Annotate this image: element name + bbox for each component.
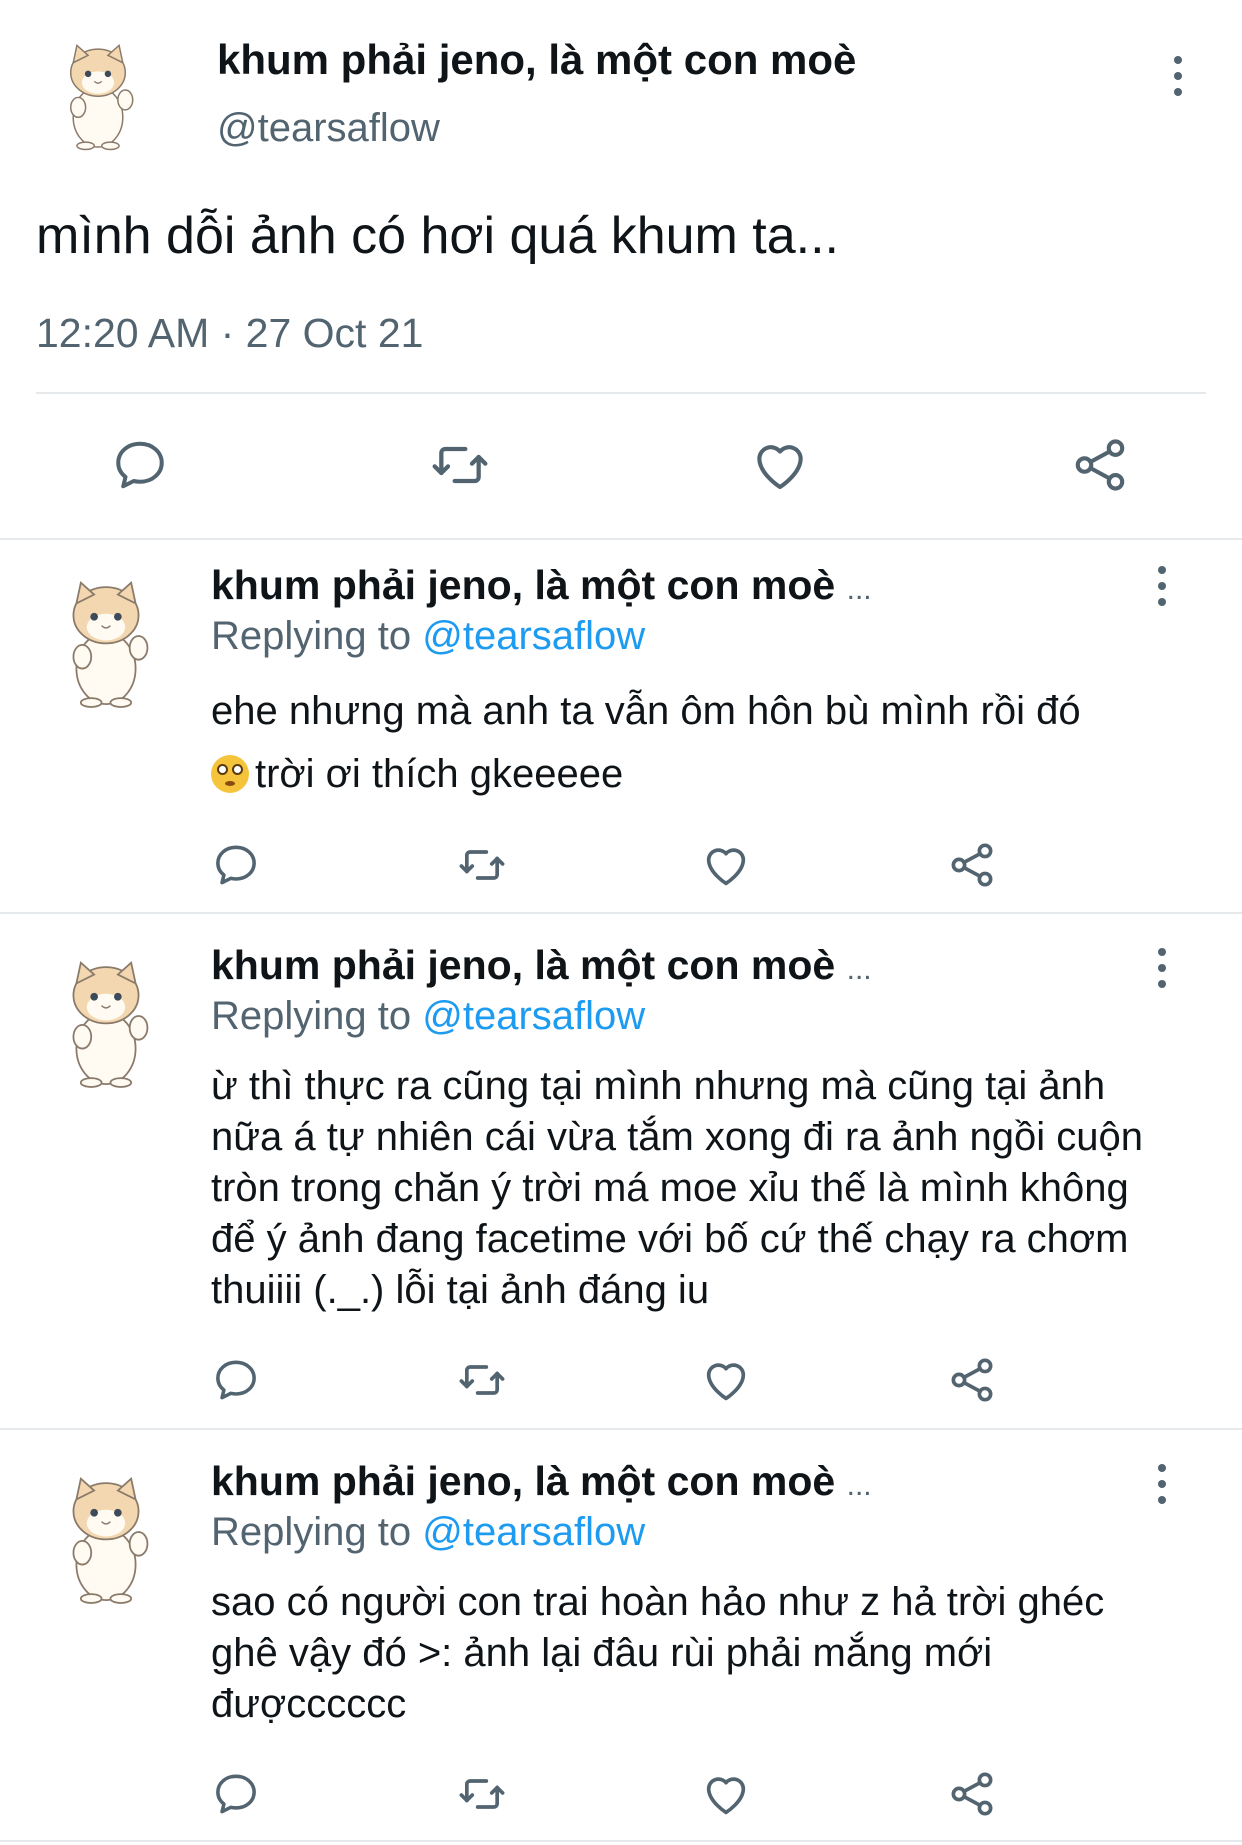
like-button[interactable] <box>696 1350 756 1410</box>
reply-button[interactable] <box>206 1764 266 1824</box>
share-button[interactable] <box>1060 430 1140 500</box>
section-divider <box>0 1428 1242 1430</box>
reply-text: ừ thì thực ra cũng tại mình nhưng mà cũn… <box>211 1064 1144 1312</box>
replying-label: Replying to <box>211 994 412 1038</box>
section-divider <box>0 1840 1242 1842</box>
display-name[interactable]: khum phải jeno, là một con moè ... <box>211 1458 872 1505</box>
heart-icon <box>706 1363 746 1401</box>
timestamp-divider <box>36 392 1206 394</box>
replying-to: Replying to @tearsaflow <box>211 614 645 659</box>
retweet-icon <box>459 1365 505 1395</box>
replying-to: Replying to @tearsaflow <box>211 1510 645 1555</box>
reply-icon <box>216 845 256 885</box>
heart-icon <box>757 445 803 490</box>
cat-avatar-image <box>69 43 134 151</box>
like-button[interactable] <box>696 1764 756 1824</box>
share-button[interactable] <box>942 835 1002 895</box>
like-button[interactable] <box>740 430 820 500</box>
retweet-button[interactable] <box>452 835 512 895</box>
cat-avatar-image <box>72 581 149 708</box>
display-name[interactable]: khum phải jeno, là một con moè ... <box>211 942 872 989</box>
display-name-text: khum phải jeno, là một con moè <box>211 1458 836 1504</box>
mention-link[interactable]: @tearsaflow <box>422 614 645 658</box>
share-icon <box>951 843 993 887</box>
reply-text-line: ehe nhưng mà anh ta vẫn ôm hôn bù mình r… <box>211 689 1081 733</box>
reply-button[interactable] <box>206 835 266 895</box>
retweet-icon <box>459 1779 505 1809</box>
heart-icon <box>706 1777 746 1815</box>
replying-to: Replying to @tearsaflow <box>211 994 645 1039</box>
tweet-text: mình dỗi ảnh có hơi quá khum ta... <box>36 207 840 265</box>
reply-text-line: trời ơi thích gkeeeee <box>211 743 1171 806</box>
reply-button[interactable] <box>100 430 180 500</box>
reply-button[interactable] <box>206 1350 266 1410</box>
display-name[interactable]: khum phải jeno, là một con moè ... <box>211 562 872 609</box>
share-icon <box>1075 439 1125 491</box>
more-vertical-icon[interactable] <box>1166 56 1190 104</box>
share-button[interactable] <box>942 1764 1002 1824</box>
avatar[interactable] <box>32 942 180 1090</box>
replying-label: Replying to <box>211 614 412 658</box>
like-button[interactable] <box>696 835 756 895</box>
heart-icon <box>706 848 746 886</box>
reply-text: ehe nhưng mà anh ta vẫn ôm hôn bù mình r… <box>211 680 1171 806</box>
retweet-button[interactable] <box>420 430 500 500</box>
share-button[interactable] <box>942 1350 1002 1410</box>
retweet-icon <box>432 446 488 484</box>
name-truncation: ... <box>846 1469 872 1502</box>
tweet-timestamp[interactable]: 12:20 AM · 27 Oct 21 <box>36 310 423 357</box>
reply-icon <box>116 441 164 489</box>
avatar[interactable] <box>32 1458 180 1606</box>
retweet-button[interactable] <box>452 1764 512 1824</box>
retweet-button[interactable] <box>452 1350 512 1410</box>
share-icon <box>951 1358 993 1402</box>
reply-text: sao có người con trai hoàn hảo như z hả … <box>211 1580 1105 1726</box>
share-icon <box>951 1772 993 1816</box>
user-handle[interactable]: @tearsaflow <box>217 106 440 151</box>
reply-icon <box>216 1774 256 1814</box>
reply-icon <box>216 1360 256 1400</box>
replying-label: Replying to <box>211 1510 412 1554</box>
more-vertical-icon[interactable] <box>1150 1464 1174 1512</box>
cat-avatar-image <box>72 1477 149 1604</box>
flushed-face-emoji <box>211 755 249 793</box>
reply-text-tail: trời ơi thích gkeeeee <box>255 752 624 796</box>
avatar[interactable] <box>36 28 160 152</box>
mention-link[interactable]: @tearsaflow <box>422 1510 645 1554</box>
name-truncation: ... <box>846 953 872 986</box>
more-vertical-icon[interactable] <box>1150 948 1174 996</box>
retweet-icon <box>459 850 505 880</box>
name-truncation: ... <box>846 573 872 606</box>
more-vertical-icon[interactable] <box>1150 566 1174 614</box>
cat-avatar-image <box>72 961 149 1088</box>
mention-link[interactable]: @tearsaflow <box>422 994 645 1038</box>
display-name-text: khum phải jeno, là một con moè <box>211 942 836 988</box>
avatar[interactable] <box>32 562 180 710</box>
section-divider <box>0 538 1242 540</box>
display-name[interactable]: khum phải jeno, là một con moè <box>217 36 856 84</box>
section-divider <box>0 912 1242 914</box>
display-name-text: khum phải jeno, là một con moè <box>211 562 836 608</box>
